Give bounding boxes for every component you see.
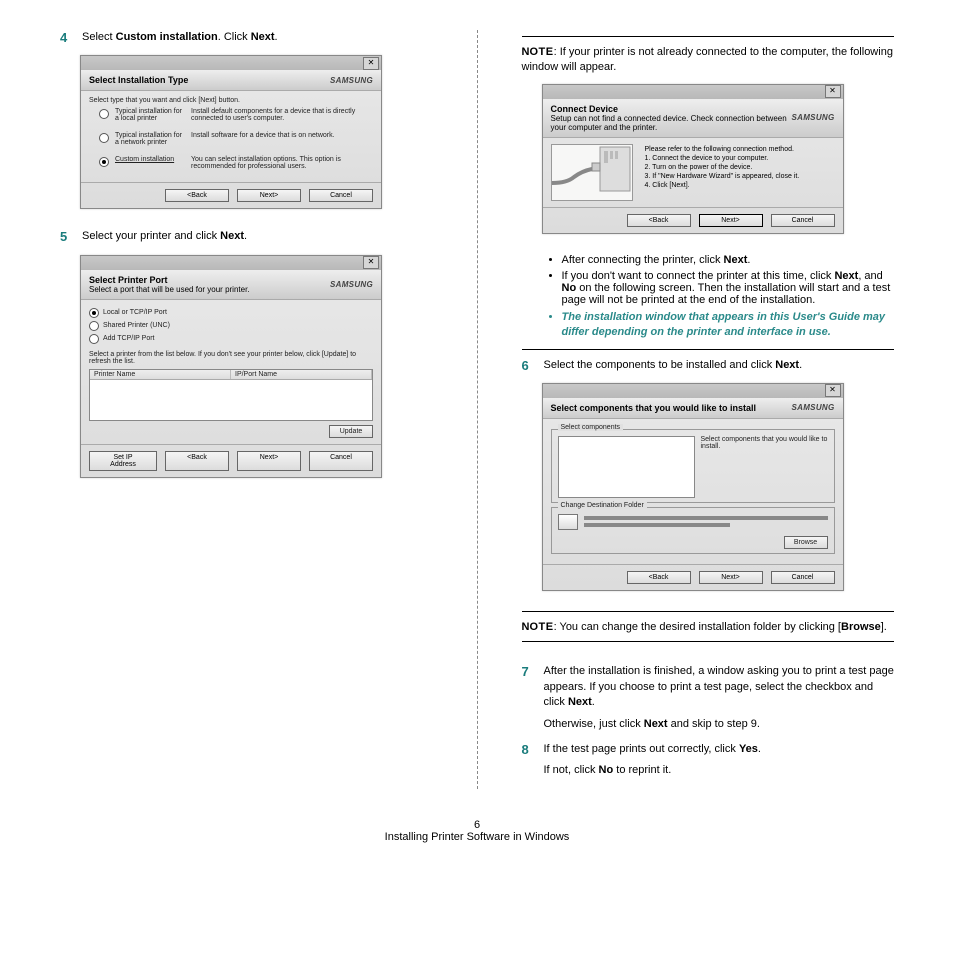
connection-step: 2. Turn on the power of the device. — [645, 164, 800, 171]
step8-text: If the test page prints out correctly, c… — [544, 742, 895, 779]
printer-list[interactable]: Printer Name IP/Port Name — [89, 369, 373, 421]
step-number: 7 — [522, 664, 534, 732]
group-destination-folder: Change Destination Folder Browse — [551, 507, 835, 554]
option-label: Typical installation for a local printer — [115, 108, 185, 122]
step-number: 8 — [522, 742, 534, 779]
back-button[interactable]: <Back — [165, 451, 229, 471]
components-desc: Select components that you would like to… — [701, 436, 828, 498]
option-label: Typical installation for a network print… — [115, 132, 185, 146]
connection-step: 3. If "New Hardware Wizard" is appeared,… — [645, 173, 800, 180]
page-number: 6 — [60, 819, 894, 831]
titlebar: ✕ — [543, 384, 843, 398]
dialog-select-installation-type: ✕ Select Installation Type SAMSUNG Selec… — [80, 55, 382, 209]
list-item: If you don't want to connect the printer… — [562, 270, 895, 306]
back-button[interactable]: <Back — [627, 214, 691, 227]
step7-text: After the installation is finished, a wi… — [544, 664, 895, 732]
option-label: Shared Printer (UNC) — [103, 322, 170, 329]
close-icon[interactable]: ✕ — [363, 256, 379, 269]
dialog-connect-device: ✕ Connect Device Setup can not find a co… — [542, 84, 844, 234]
components-listbox[interactable] — [558, 436, 695, 498]
step-number: 4 — [60, 30, 72, 45]
dialog-title: Select Installation Type — [89, 75, 188, 85]
cancel-button[interactable]: Cancel — [309, 451, 373, 471]
dialog-title: Connect Device — [551, 104, 792, 114]
radio-local-port[interactable] — [89, 308, 99, 318]
close-icon[interactable]: ✕ — [825, 85, 841, 98]
brand-logo: SAMSUNG — [330, 76, 373, 85]
option-desc: Install default components for a device … — [191, 108, 369, 122]
bullet-list: After connecting the printer, click Next… — [522, 254, 895, 341]
close-icon[interactable]: ✕ — [825, 384, 841, 397]
radio-custom[interactable] — [99, 157, 109, 167]
option-label: Custom installation — [115, 156, 185, 163]
radio-typical-local[interactable] — [99, 109, 109, 119]
option-desc: You can select installation options. Thi… — [191, 156, 369, 170]
radio-typical-network[interactable] — [99, 133, 109, 143]
set-ip-button[interactable]: Set IP Address — [89, 451, 157, 471]
column-ip-port: IP/Port Name — [231, 370, 372, 379]
note-block: NOTE: If your printer is not already con… — [522, 45, 895, 76]
update-button[interactable]: Update — [329, 425, 373, 438]
note-block: NOTE: You can change the desired install… — [522, 620, 895, 635]
titlebar: ✕ — [543, 85, 843, 99]
radio-add-tcpip[interactable] — [89, 334, 99, 344]
chapter-title: Installing Printer Software in Windows — [60, 831, 894, 843]
next-button[interactable]: Next> — [237, 189, 301, 202]
brand-logo: SAMSUNG — [792, 403, 835, 412]
step6-text: Select the components to be installed an… — [544, 358, 895, 373]
dialog-title: Select components that you would like to… — [551, 403, 757, 413]
list-item: After connecting the printer, click Next… — [562, 254, 895, 266]
connection-hint: Please refer to the following connection… — [645, 146, 800, 153]
step5-text: Select your printer and click Next. — [82, 229, 433, 244]
folder-icon — [558, 514, 578, 530]
next-button[interactable]: Next> — [699, 214, 763, 227]
back-button[interactable]: <Back — [165, 189, 229, 202]
step4-text: Select Custom installation. Click Next. — [82, 30, 433, 45]
dialog-select-printer-port: ✕ Select Printer Port Select a port that… — [80, 255, 382, 478]
dialog-title: Select Printer Port — [89, 275, 250, 285]
titlebar: ✕ — [81, 256, 381, 270]
browse-button[interactable]: Browse — [784, 536, 828, 549]
cancel-button[interactable]: Cancel — [771, 214, 835, 227]
cancel-button[interactable]: Cancel — [771, 571, 835, 584]
connection-step: 1. Connect the device to your computer. — [645, 155, 800, 162]
group-label: Select components — [558, 424, 624, 431]
cancel-button[interactable]: Cancel — [309, 189, 373, 202]
titlebar: ✕ — [81, 56, 381, 70]
connection-step: 4. Click [Next]. — [645, 182, 800, 189]
dialog-select-components: ✕ Select components that you would like … — [542, 383, 844, 591]
radio-shared-printer[interactable] — [89, 321, 99, 331]
brand-logo: SAMSUNG — [792, 113, 835, 122]
option-desc: Install software for a device that is on… — [191, 132, 369, 139]
option-label: Local or TCP/IP Port — [103, 309, 167, 316]
step-number: 5 — [60, 229, 72, 244]
step-number: 6 — [522, 358, 534, 373]
column-printer-name: Printer Name — [90, 370, 231, 379]
option-label: Add TCP/IP Port — [103, 335, 155, 342]
next-button[interactable]: Next> — [237, 451, 301, 471]
back-button[interactable]: <Back — [627, 571, 691, 584]
brand-logo: SAMSUNG — [330, 280, 373, 289]
instruction-text: Select type that you want and click [Nex… — [89, 97, 373, 104]
group-select-components: Select components Select components that… — [551, 429, 835, 503]
instruction-text: Select a printer from the list below. If… — [89, 351, 373, 365]
list-item-note: The installation window that appears in … — [562, 310, 895, 341]
close-icon[interactable]: ✕ — [363, 57, 379, 70]
dialog-subtitle: Select a port that will be used for your… — [89, 285, 250, 294]
next-button[interactable]: Next> — [699, 571, 763, 584]
dialog-subtitle: Setup can not find a connected device. C… — [551, 114, 787, 132]
device-illustration — [551, 144, 633, 201]
group-label: Change Destination Folder — [558, 502, 647, 509]
